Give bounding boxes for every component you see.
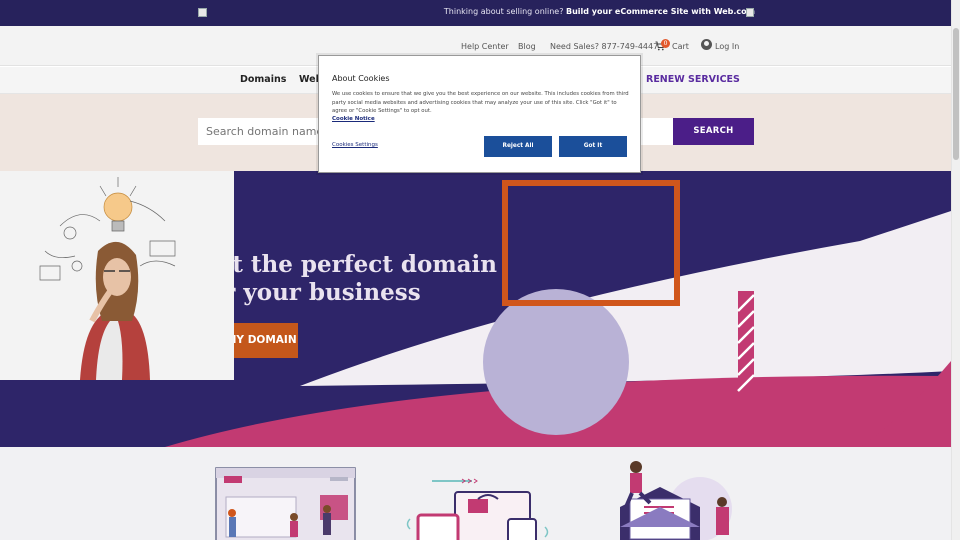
promo-bar: Thinking about selling online? Build you… xyxy=(0,0,951,26)
feature-illustrations xyxy=(215,461,732,540)
page-scrollbar[interactable] xyxy=(951,0,960,540)
cart-link[interactable]: Cart xyxy=(672,42,689,51)
blog-link[interactable]: Blog xyxy=(518,42,536,51)
help-center-link[interactable]: Help Center xyxy=(461,42,509,51)
features-section xyxy=(0,447,951,540)
email-marketing-illustration xyxy=(620,461,732,540)
nav-domains[interactable]: Domains xyxy=(240,74,286,85)
sales-phone-link[interactable]: Need Sales? 877-749-4447 xyxy=(550,42,658,51)
promo-image xyxy=(746,8,754,17)
site-logo[interactable] xyxy=(198,8,207,17)
cookie-dialog-body: We use cookies to ensure that we give yo… xyxy=(332,91,629,114)
login-link[interactable]: Log In xyxy=(715,42,739,51)
user-icon[interactable] xyxy=(701,39,712,50)
nav-renew-services[interactable]: RENEW SERVICES xyxy=(646,74,740,85)
hero-title: Get the perfect domain for your business xyxy=(198,251,498,306)
cookie-settings-link[interactable]: Cookies Settings xyxy=(332,142,378,148)
promo-message[interactable]: Thinking about selling online? Build you… xyxy=(444,7,755,16)
promo-message-prefix: Thinking about selling online? xyxy=(443,7,564,16)
hero-photo-woman-thinking xyxy=(0,171,234,380)
cookie-dialog-title: About Cookies xyxy=(332,74,390,83)
search-button[interactable]: SEARCH xyxy=(673,118,754,145)
website-builder-illustration xyxy=(215,467,356,540)
cookie-notice-link[interactable]: Cookie Notice xyxy=(332,116,375,122)
hero-section: Get the perfect domain for your business… xyxy=(0,171,951,447)
page: Thinking about selling online? Build you… xyxy=(0,0,951,540)
promo-message-link[interactable]: Build your eCommerce Site with Web.com xyxy=(566,7,755,16)
scrollbar-thumb[interactable] xyxy=(953,28,959,160)
striped-accent xyxy=(737,291,755,399)
devices-illustration xyxy=(406,478,549,540)
reject-all-button[interactable]: Reject All xyxy=(484,136,552,157)
cookie-consent-dialog: About Cookies We use cookies to ensure t… xyxy=(318,55,641,173)
cart-count-badge: 0 xyxy=(661,39,670,48)
got-it-button[interactable]: Got It xyxy=(559,136,627,157)
